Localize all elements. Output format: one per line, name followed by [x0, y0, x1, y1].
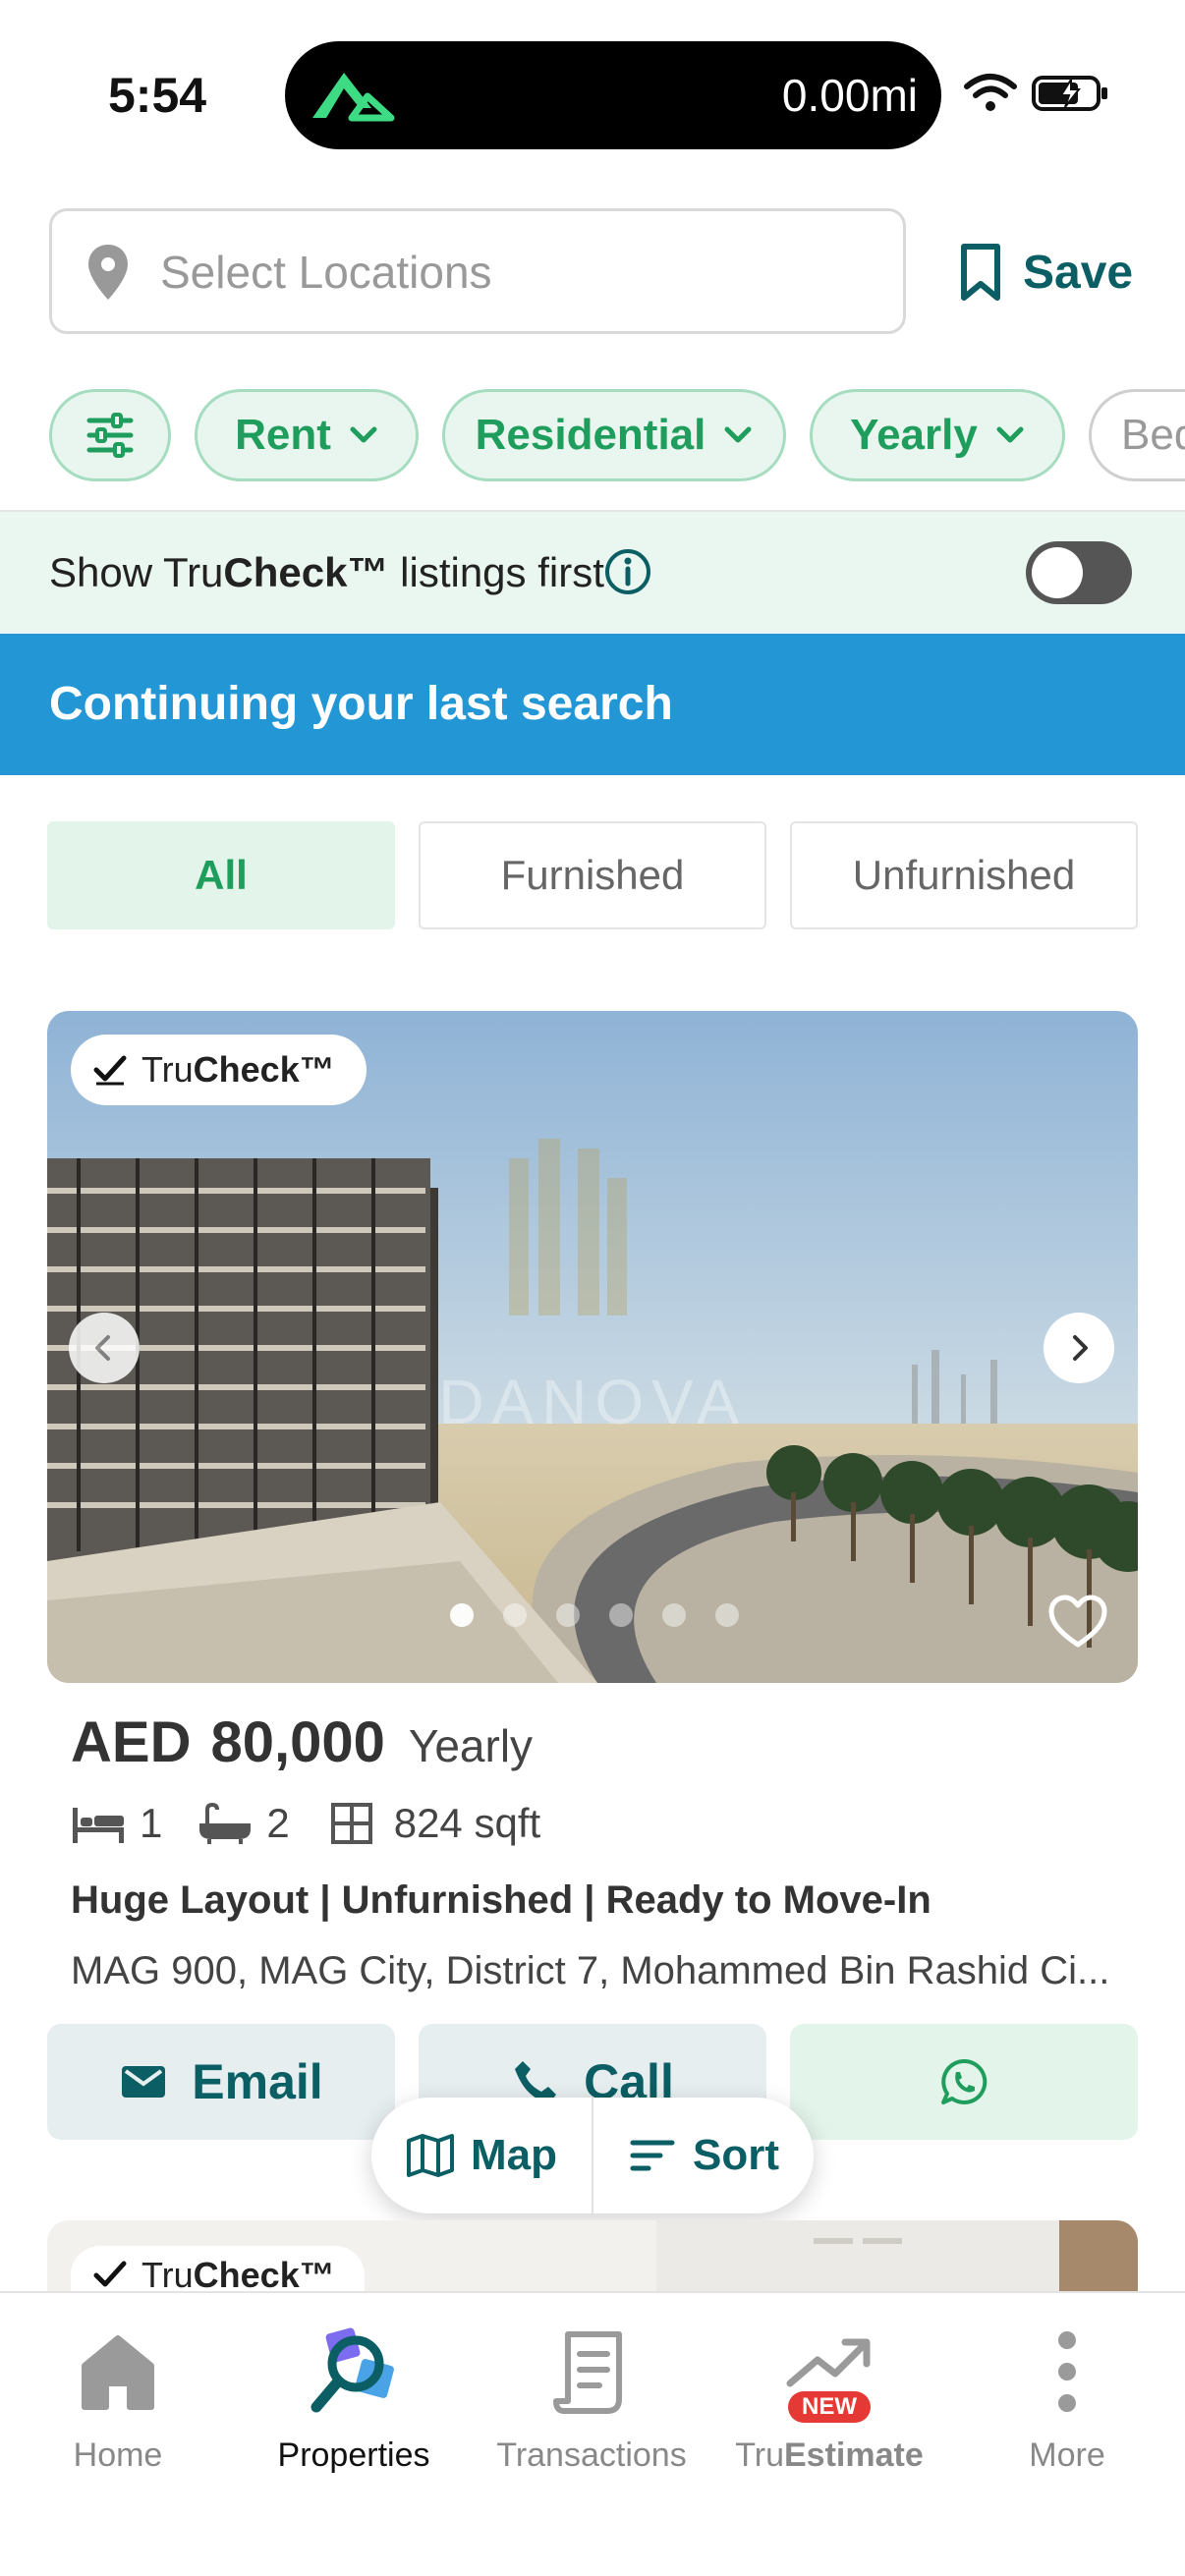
clock: 5:54 — [108, 68, 207, 123]
sort-label: Sort — [693, 2131, 779, 2179]
listing-title[interactable]: Huge Layout | Unfurnished | Ready to Mov… — [71, 1878, 931, 1923]
envelope-icon — [122, 2066, 166, 2098]
bathtub-icon — [199, 1802, 252, 1844]
residential-chip-label: Residential — [475, 411, 706, 459]
building-photo: DANOVA — [47, 1011, 1138, 1683]
area: 824 sqft — [325, 1800, 540, 1847]
transactions-icon — [553, 2331, 622, 2414]
trucheck-badge-label: TruCheck™ — [141, 1049, 335, 1090]
bookmark-icon — [961, 244, 1000, 301]
email-button[interactable]: Email — [47, 2024, 395, 2140]
pagination-dot[interactable] — [662, 1603, 686, 1627]
pagination-dot[interactable] — [715, 1603, 739, 1627]
nav-home-label: Home — [73, 2436, 163, 2474]
next-photo-button[interactable] — [1044, 1313, 1114, 1383]
chevron-down-icon — [724, 426, 752, 443]
map-icon — [407, 2134, 454, 2177]
map-sort-floating-bar: Map Sort — [371, 2098, 814, 2213]
trucheck-shield-icon — [93, 2261, 127, 2287]
location-pin-icon — [88, 245, 128, 300]
favorite-heart-icon[interactable] — [1047, 1594, 1108, 1649]
new-badge: NEW — [788, 2391, 871, 2423]
nav-transactions[interactable]: Transactions — [493, 2323, 690, 2475]
tab-unfurnished[interactable]: Unfurnished — [790, 821, 1138, 929]
map-label: Map — [471, 2131, 557, 2179]
photo-pagination-dots — [450, 1603, 739, 1627]
photo-watermark: DANOVA — [438, 1367, 747, 1437]
map-button[interactable]: Map — [371, 2098, 592, 2213]
toggle-knob — [1032, 547, 1083, 598]
filter-chips-row: Rent Residential Yearly Bed — [49, 389, 1185, 483]
listing-photo[interactable]: DANOVA — [47, 1011, 1138, 1683]
sort-button[interactable]: Sort — [593, 2098, 814, 2213]
floor-plan-icon — [330, 1803, 372, 1844]
bottom-navigation: Home Properties Transactions NEW TruEsti… — [0, 2291, 1185, 2576]
rent-chip-label: Rent — [235, 411, 331, 459]
trucheck-first-label: Show TruCheck™ listings first — [49, 549, 604, 595]
bed-icon — [73, 1808, 124, 1843]
yearly-chip-label: Yearly — [850, 411, 978, 459]
nav-truestimate[interactable]: NEW TruEstimate — [731, 2323, 928, 2475]
yearly-filter-chip[interactable]: Yearly — [810, 389, 1065, 481]
wifi-icon — [964, 74, 1017, 111]
price-amount: 80,000 — [210, 1710, 385, 1774]
home-icon — [82, 2335, 154, 2410]
trucheck-shield-icon — [93, 1055, 127, 1086]
listing-address: MAG 900, MAG City, District 7, Mohammed … — [71, 1949, 1110, 1992]
more-dots-icon — [1058, 2331, 1076, 2412]
trucheck-badge: TruCheck™ — [71, 1035, 367, 1105]
bathrooms: 2 — [198, 1800, 290, 1847]
listing-features: 1 2 824 sqft — [71, 1800, 576, 1847]
banner-text: Continuing your last search — [49, 678, 673, 730]
next-trucheck-label: TruCheck™ — [141, 2255, 335, 2295]
last-search-banner: Continuing your last search — [0, 634, 1185, 775]
whatsapp-icon — [941, 2058, 988, 2104]
price-period: Yearly — [408, 1720, 534, 1771]
nav-properties-label: Properties — [277, 2436, 430, 2474]
nav-more[interactable]: More — [969, 2323, 1165, 2475]
residential-filter-chip[interactable]: Residential — [442, 389, 786, 481]
email-label: Email — [192, 2054, 323, 2109]
sort-icon — [630, 2140, 675, 2171]
nav-properties[interactable]: Properties — [255, 2323, 452, 2475]
price-currency: AED — [71, 1710, 192, 1774]
trucheck-first-row: Show TruCheck™ listings first — [0, 512, 1185, 634]
nav-transactions-label: Transactions — [496, 2436, 687, 2474]
chevron-down-icon — [350, 426, 377, 443]
nav-truestimate-label: TruEstimate — [735, 2436, 924, 2474]
pagination-dot[interactable] — [556, 1603, 580, 1627]
battery-charging-icon — [1032, 76, 1107, 111]
location-search-input[interactable] — [160, 231, 887, 313]
location-search-box[interactable] — [49, 208, 906, 334]
trucheck-first-toggle[interactable] — [1026, 541, 1132, 604]
price-row: AED 80,000 Yearly — [71, 1709, 533, 1775]
distance-readout: 0.00mi — [781, 70, 918, 121]
dynamic-island: 0.00mi — [285, 41, 941, 149]
tab-furnished[interactable]: Furnished — [419, 821, 766, 929]
beds-filter-chip[interactable]: Bed — [1089, 389, 1185, 481]
properties-search-icon — [310, 2327, 394, 2413]
pagination-dot[interactable] — [609, 1603, 633, 1627]
save-search-button[interactable]: Save — [958, 236, 1133, 308]
activity-app-icon — [312, 73, 395, 122]
whatsapp-button[interactable] — [790, 2024, 1138, 2140]
info-icon[interactable] — [603, 547, 652, 596]
filters-button[interactable] — [49, 389, 171, 481]
pagination-dot[interactable] — [503, 1603, 527, 1627]
chevron-right-icon — [1073, 1335, 1088, 1361]
sliders-icon — [86, 413, 134, 458]
beds-chip-label: Bed — [1121, 411, 1185, 459]
save-label: Save — [1023, 246, 1134, 299]
rent-filter-chip[interactable]: Rent — [195, 389, 419, 481]
bedrooms: 1 — [71, 1800, 162, 1847]
status-bar: 5:54 0.00mi — [0, 0, 1185, 187]
chevron-left-icon — [95, 1335, 110, 1361]
chevron-down-icon — [996, 426, 1024, 443]
nav-more-label: More — [1029, 2436, 1105, 2474]
pagination-dot[interactable] — [450, 1603, 474, 1627]
nav-home[interactable]: Home — [20, 2323, 216, 2475]
previous-photo-button[interactable] — [69, 1313, 140, 1383]
tab-all[interactable]: All — [47, 821, 395, 929]
